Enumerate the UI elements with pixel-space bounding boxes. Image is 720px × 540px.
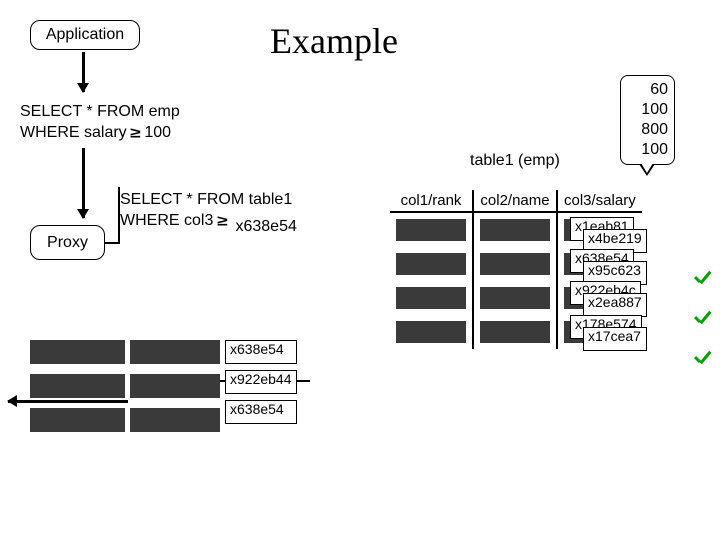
query-line: WHERE col3 ≥ x638e54 bbox=[120, 211, 297, 232]
redacted-cell bbox=[396, 321, 466, 343]
callout-value: 60 bbox=[627, 80, 668, 100]
redacted-cell bbox=[396, 253, 466, 275]
arrow-down-icon bbox=[82, 52, 85, 92]
cipher-value: x2ea887 bbox=[583, 293, 647, 317]
query-line: SELECT * FROM emp bbox=[20, 102, 180, 123]
redacted-cell bbox=[130, 374, 220, 398]
proxy-box: Proxy bbox=[30, 225, 105, 260]
result-col-redacted bbox=[30, 340, 125, 442]
gte-icon: ≥ bbox=[130, 125, 141, 144]
gte-icon: ≥ bbox=[217, 213, 228, 232]
callout-value: 100 bbox=[627, 140, 668, 160]
check-icon bbox=[692, 308, 714, 330]
table-row: x178e574 x17cea7 bbox=[390, 315, 642, 349]
query-line: WHERE salary ≥ 100 bbox=[20, 123, 180, 144]
redacted-cell bbox=[480, 219, 550, 241]
redacted-cell bbox=[396, 219, 466, 241]
table-header-row: col1/rank col2/name col3/salary bbox=[390, 190, 642, 212]
result-value: x922eb44 bbox=[225, 370, 297, 394]
proxy-label: Proxy bbox=[47, 234, 88, 252]
salary-callout: 60 100 800 100 bbox=[620, 75, 675, 165]
col-header: col2/name bbox=[473, 190, 557, 212]
redacted-cell bbox=[130, 340, 220, 364]
redacted-cell bbox=[30, 408, 125, 432]
table-row: x638e54 x95c623 bbox=[390, 247, 642, 281]
callout-value: 100 bbox=[627, 100, 668, 120]
query-line: SELECT * FROM table1 bbox=[120, 190, 297, 211]
check-icon bbox=[692, 348, 714, 370]
result-col-values: x638e54 x922eb44 x638e54 bbox=[225, 340, 297, 430]
redacted-cell bbox=[480, 287, 550, 309]
redacted-cell bbox=[480, 321, 550, 343]
arrow-down-icon bbox=[82, 148, 85, 218]
encrypted-table: col1/rank col2/name col3/salary x1eab81 … bbox=[390, 190, 642, 349]
page-title: Example bbox=[270, 20, 398, 62]
check-icon bbox=[692, 268, 714, 290]
redacted-cell bbox=[30, 374, 125, 398]
application-box: Application bbox=[30, 20, 140, 50]
redacted-cell bbox=[396, 287, 466, 309]
application-label: Application bbox=[46, 26, 124, 44]
result-col-mid bbox=[130, 340, 220, 442]
table-row: x922eb4c x2ea887 bbox=[390, 281, 642, 315]
result-value: x638e54 bbox=[225, 340, 297, 364]
callout-value: 800 bbox=[627, 120, 668, 140]
redacted-cell bbox=[480, 253, 550, 275]
query-rewritten: SELECT * FROM table1 WHERE col3 ≥ x638e5… bbox=[120, 190, 297, 232]
table-row: x1eab81 x4be219 bbox=[390, 212, 642, 247]
col-header: col3/salary bbox=[557, 190, 642, 212]
result-value: x638e54 bbox=[225, 400, 297, 424]
cipher-value: x17cea7 bbox=[583, 327, 647, 351]
col-header: col1/rank bbox=[390, 190, 473, 212]
redacted-cell bbox=[30, 340, 125, 364]
table-label: table1 (emp) bbox=[470, 152, 560, 170]
redacted-cell bbox=[130, 408, 220, 432]
query-original: SELECT * FROM emp WHERE salary ≥ 100 bbox=[20, 102, 180, 144]
